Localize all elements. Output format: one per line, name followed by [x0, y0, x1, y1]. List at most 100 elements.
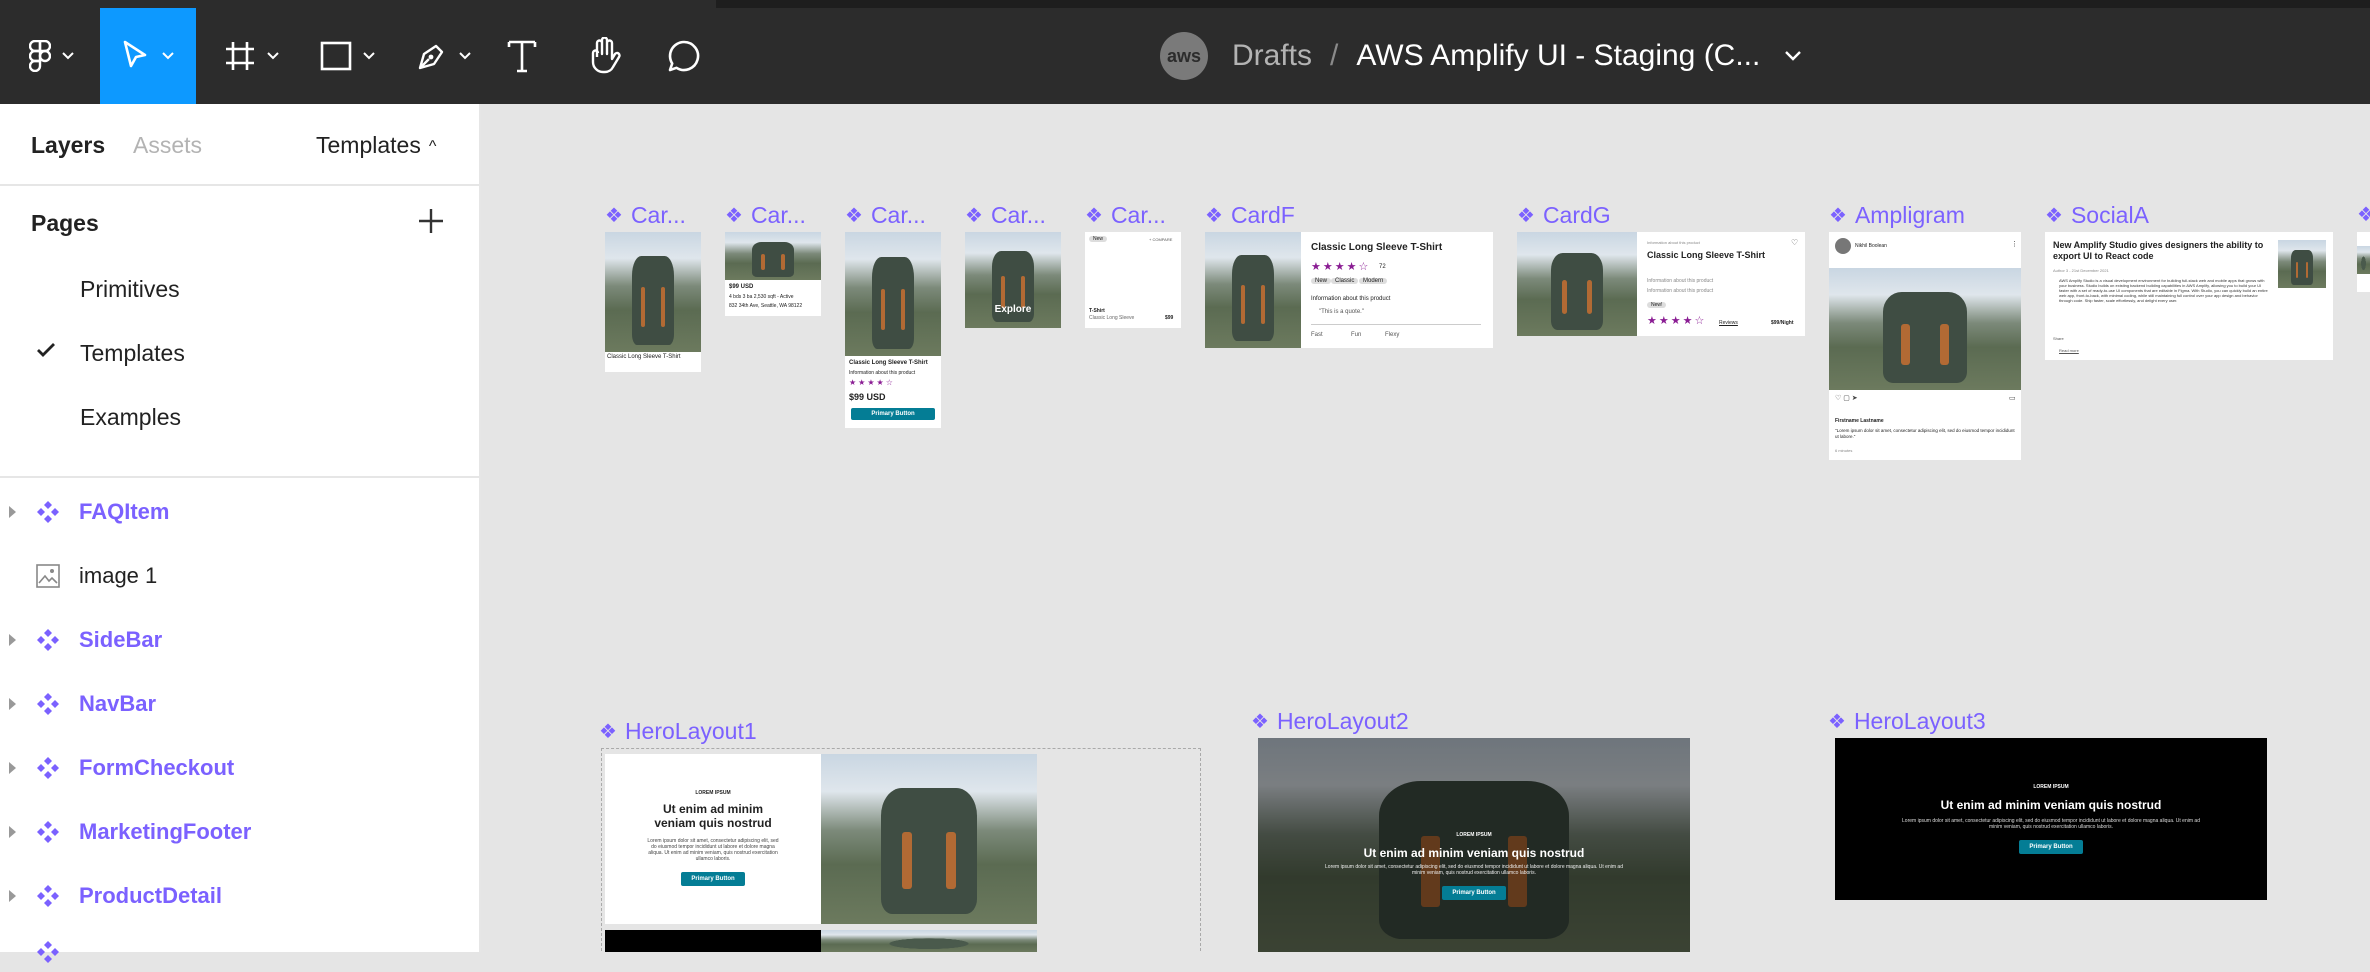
share-label[interactable]: Share: [2053, 336, 2064, 341]
card-title: Classic Long Sleeve T-Shirt: [1647, 250, 1766, 260]
card-c-frame[interactable]: Classic Long Sleeve T-Shirt Information …: [845, 232, 941, 428]
hero-primary-button[interactable]: Primary Button: [2019, 840, 2083, 854]
frame-label-text: HeroLayout2: [1276, 708, 1409, 734]
more-dots-icon[interactable]: ⋮: [2011, 240, 2018, 248]
frame-label-card-e[interactable]: ❖ Car...: [1085, 202, 1166, 229]
frame-label-cardf[interactable]: ❖ CardF: [1205, 202, 1295, 229]
layer-item-partial[interactable]: [0, 932, 479, 972]
frame-label-ampligram[interactable]: ❖ Ampligram: [1829, 202, 1965, 229]
layer-item[interactable]: FAQItem: [0, 492, 479, 532]
expand-triangle-icon[interactable]: [9, 634, 16, 646]
heart-icon[interactable]: ♡: [1791, 238, 1798, 247]
page-item-templates[interactable]: Templates: [80, 340, 185, 367]
frame-label-sociala[interactable]: ❖ SocialA: [2045, 202, 2149, 229]
layer-item[interactable]: ProductDetail: [0, 876, 479, 916]
frame-label-partial[interactable]: ❖: [2357, 202, 2370, 227]
component-icon: [37, 629, 59, 651]
layer-item[interactable]: NavBar: [0, 684, 479, 724]
frame-label-text: HeroLayout3: [1853, 708, 1986, 734]
component-icon: ❖: [845, 205, 863, 227]
layer-item[interactable]: SideBar: [0, 620, 479, 660]
comment-tool-button[interactable]: [660, 8, 708, 104]
design-canvas[interactable]: ❖ Car... ❖ Car... ❖ Car... ❖ Car... ❖ Car... …: [481, 104, 2370, 952]
frame-label-card-d[interactable]: ❖ Car...: [965, 202, 1046, 229]
herolayout2-frame[interactable]: LOREM IPSUM Ut enim ad minim veniam quis…: [1258, 738, 1690, 952]
layer-item[interactable]: image 1: [0, 556, 479, 596]
main-menu-button[interactable]: [8, 8, 96, 104]
explore-label[interactable]: Explore: [965, 304, 1061, 315]
herolayout1-frame[interactable]: LOREM IPSUM Ut enim ad minim veniam quis…: [605, 754, 1037, 924]
frame-label-herolayout1[interactable]: ❖ HeroLayout1: [599, 718, 757, 745]
component-icon: ❖: [1828, 711, 1846, 733]
backpack-photo: [2357, 246, 2370, 274]
post-thumbnail: [2278, 240, 2326, 288]
sociala-frame[interactable]: New Amplify Studio gives designers the a…: [2045, 232, 2333, 360]
card-info: Information about this product: [1647, 278, 1714, 284]
read-more-link[interactable]: Read more: [2059, 348, 2079, 353]
new-badge: New!: [1647, 302, 1667, 308]
checkmark-icon: [37, 343, 55, 357]
frame-label-cardg[interactable]: ❖ CardG: [1517, 202, 1611, 229]
frame-label-text: SocialA: [2070, 202, 2149, 228]
ampligram-frame[interactable]: Nikhil Boolean ⋮ ♡ ▢ ➤ ▭ Firstname Lastn…: [1829, 232, 2021, 460]
herolayout1-variant[interactable]: [605, 930, 1037, 952]
frame-label-herolayout3[interactable]: ❖ HeroLayout3: [1828, 708, 1986, 735]
cardf-frame[interactable]: Classic Long Sleeve T-Shirt ★★★★☆ 72 New…: [1205, 232, 1493, 348]
team-avatar[interactable]: aws: [1160, 32, 1208, 80]
frame-tool-button[interactable]: [216, 8, 288, 104]
layer-item[interactable]: MarketingFooter: [0, 812, 479, 852]
chevron-down-icon: [363, 52, 375, 60]
hero-title: Ut enim ad minim veniam quis nostrud: [654, 802, 772, 830]
rating-stars: ★★★★☆: [1311, 261, 1371, 273]
page-selector[interactable]: Templates ^: [316, 132, 436, 159]
tab-layers[interactable]: Layers: [31, 132, 105, 159]
hero-primary-button[interactable]: Primary Button: [1442, 886, 1506, 900]
frame-label-card-b[interactable]: ❖ Car...: [725, 202, 806, 229]
like-comment-share-icons[interactable]: ♡ ▢ ➤: [1835, 394, 1858, 402]
page-item-primitives[interactable]: Primitives: [80, 276, 180, 303]
tab-assets[interactable]: Assets: [133, 132, 202, 159]
layer-name: FormCheckout: [79, 755, 235, 780]
add-page-plus-icon[interactable]: [414, 204, 448, 238]
backpack-photo: [1205, 232, 1301, 348]
backpack-photo: [725, 232, 821, 280]
component-icon: [37, 693, 59, 715]
primary-button[interactable]: Primary Button: [851, 408, 935, 420]
frame-label-card-c[interactable]: ❖ Car...: [845, 202, 926, 229]
hero-primary-button[interactable]: Primary Button: [681, 872, 745, 886]
shape-tool-button[interactable]: [312, 8, 384, 104]
reviews-link[interactable]: Reviews: [1719, 320, 1738, 326]
hand-tool-button[interactable]: [578, 8, 630, 104]
file-breadcrumb: aws Drafts / AWS Amplify UI - Staging (C…: [1160, 8, 1802, 104]
card-a-frame[interactable]: Classic Long Sleeve T-Shirt: [605, 232, 701, 372]
file-name[interactable]: AWS Amplify UI - Staging (C...: [1356, 39, 1760, 73]
pen-tool-button[interactable]: [408, 8, 480, 104]
frame-label-card-a[interactable]: ❖ Car...: [605, 202, 686, 229]
expand-triangle-icon[interactable]: [9, 506, 16, 518]
breadcrumb-project[interactable]: Drafts: [1232, 39, 1312, 73]
expand-triangle-icon[interactable]: [9, 826, 16, 838]
backpack-photo: [1517, 232, 1637, 336]
partial-frame[interactable]: [2357, 232, 2370, 292]
frame-hash-icon: [226, 42, 254, 70]
card-d-frame[interactable]: Explore: [965, 232, 1061, 328]
card-e-frame[interactable]: New + COMPARE T-Shirt Classic Long Sleev…: [1085, 232, 1181, 328]
bookmark-icon[interactable]: ▭: [2009, 394, 2016, 402]
text-tool-button[interactable]: [500, 8, 544, 104]
herolayout3-frame[interactable]: LOREM IPSUM Ut enim ad minim veniam quis…: [1835, 738, 2267, 900]
cardg-frame[interactable]: Information about this product ♡ Classic…: [1517, 232, 1805, 336]
card-b-frame[interactable]: $99 USD 4 bds 3 ba 2,530 sqft - Active 8…: [725, 232, 821, 316]
chevron-down-icon[interactable]: [1784, 50, 1802, 62]
feature-item: Fast: [1311, 332, 1323, 338]
expand-triangle-icon[interactable]: [9, 698, 16, 710]
expand-triangle-icon[interactable]: [9, 890, 16, 902]
component-icon: [37, 757, 59, 779]
layer-item[interactable]: FormCheckout: [0, 748, 479, 788]
layer-name: SideBar: [79, 627, 163, 652]
frame-label-herolayout2[interactable]: ❖ HeroLayout2: [1251, 708, 1409, 735]
move-tool-button[interactable]: [100, 8, 196, 104]
card-price: $99 USD: [849, 392, 886, 402]
compare-link[interactable]: + COMPARE: [1149, 237, 1172, 242]
page-item-examples[interactable]: Examples: [80, 404, 181, 431]
expand-triangle-icon[interactable]: [9, 762, 16, 774]
